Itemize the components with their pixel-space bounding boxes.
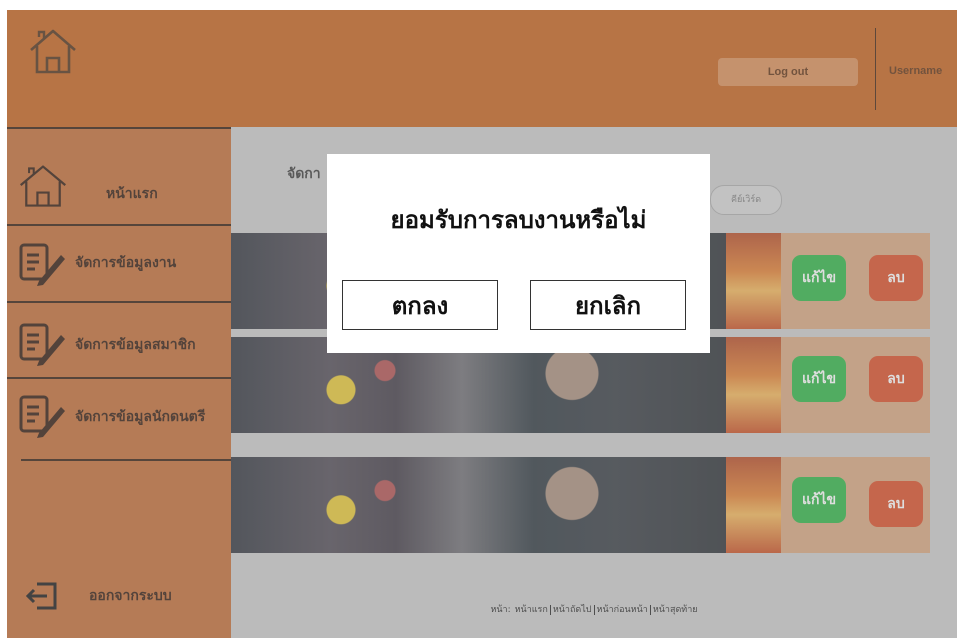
dialog-title: ยอมรับการลบงานหรือไม่ — [390, 206, 647, 234]
cancel-button[interactable]: ยกเลิก — [530, 280, 686, 330]
app-frame: Log out Username หน้าแรก จัดการข้อมูลงาน — [7, 10, 957, 638]
delete-confirm-dialog: ยอมรับการลบงานหรือไม่ ตกลง ยกเลิก — [327, 154, 710, 353]
confirm-button[interactable]: ตกลง — [342, 280, 498, 330]
